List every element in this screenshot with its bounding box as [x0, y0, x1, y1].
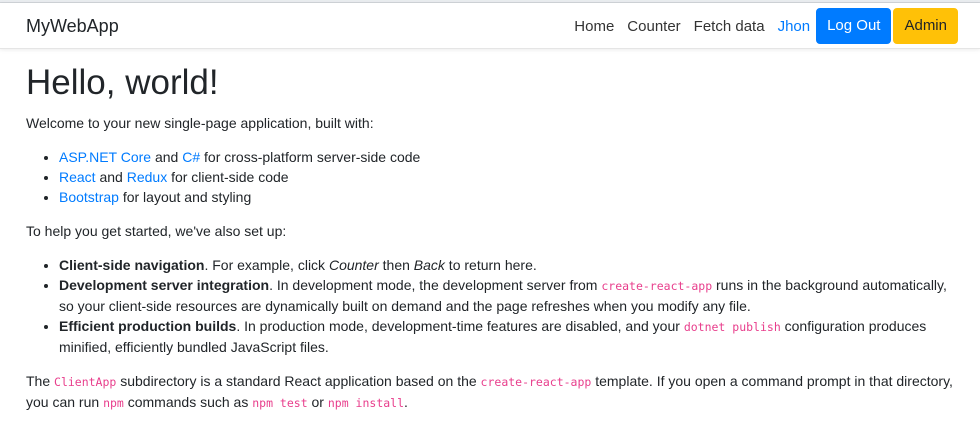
inline-code: ClientApp [54, 375, 117, 389]
main-content: Hello, world! Welcome to your new single… [26, 62, 956, 427]
list-item-text: for client-side code [167, 169, 289, 185]
inline-code: npm install [327, 396, 405, 410]
footer-text-part: The [26, 373, 55, 389]
list-item: Development server integration. In devel… [59, 275, 956, 316]
list-item: Efficient production builds. In producti… [59, 316, 956, 357]
list-item: ASP.NET Core and C# for cross-platform s… [59, 147, 956, 167]
react-link[interactable]: React [59, 169, 96, 185]
redux-link[interactable]: Redux [127, 169, 167, 185]
nav-fetch-data-link[interactable]: Fetch data [694, 18, 765, 35]
list-item: Bootstrap for layout and styling [59, 187, 956, 207]
aspnet-core-link[interactable]: ASP.NET Core [59, 149, 151, 165]
bootstrap-link[interactable]: Bootstrap [59, 189, 119, 205]
intro-text: Welcome to your new single-page applicat… [26, 115, 374, 131]
list-item: React and Redux for client-side code [59, 167, 956, 187]
inline-code: create-react-app [601, 279, 713, 293]
logout-button[interactable]: Log Out [816, 8, 892, 44]
list-item-text: . In production mode, development-time f… [236, 318, 684, 334]
nav-menu: Home Counter Fetch data Jhon Log Out Adm… [561, 8, 958, 44]
setup-intro-text: To help you get started, we've also set … [26, 223, 287, 239]
csharp-link[interactable]: C# [182, 149, 200, 165]
list-item: Client-side navigation. For example, cli… [59, 255, 956, 275]
list-item-text: for layout and styling [118, 189, 252, 205]
footer-text-part: . [404, 394, 408, 410]
list-item-text: to return here. [444, 257, 537, 273]
inline-code: npm test [252, 396, 308, 410]
list-item-text: and [95, 169, 127, 185]
brand-link[interactable]: MyWebApp [26, 16, 119, 37]
footer-text-part: commands such as [123, 394, 253, 410]
list-item-text: and [151, 149, 183, 165]
nav-user-link[interactable]: Jhon [778, 18, 811, 35]
nav-counter-link[interactable]: Counter [627, 18, 680, 35]
setup-dev-title: Development server integration [59, 277, 270, 293]
setup-prod-title: Efficient production builds [59, 318, 237, 334]
list-item-text: then [378, 257, 414, 273]
admin-button[interactable]: Admin [893, 8, 958, 44]
page-title: Hello, world! [26, 63, 219, 102]
list-item-text: . In development mode, the development s… [269, 277, 602, 293]
footer-text-part: subdirectory is a standard React applica… [116, 373, 481, 389]
list-item-text: . For example, click [204, 257, 329, 273]
nav-home-link[interactable]: Home [574, 18, 614, 35]
back-emphasis: Back [413, 257, 445, 273]
setup-list: Client-side navigation. For example, cli… [59, 255, 956, 357]
setup-nav-title: Client-side navigation [59, 257, 205, 273]
navbar: MyWebApp Home Counter Fetch data Jhon Lo… [0, 3, 980, 49]
footer-text: The ClientApp subdirectory is a standard… [26, 371, 956, 413]
inline-code: create-react-app [480, 375, 592, 389]
built-with-list: ASP.NET Core and C# for cross-platform s… [59, 147, 956, 207]
inline-code: dotnet publish [683, 320, 781, 334]
inline-code: npm [103, 396, 124, 410]
footer-text-part: or [307, 394, 328, 410]
list-item-text: for cross-platform server-side code [200, 149, 421, 165]
counter-emphasis: Counter [328, 257, 379, 273]
